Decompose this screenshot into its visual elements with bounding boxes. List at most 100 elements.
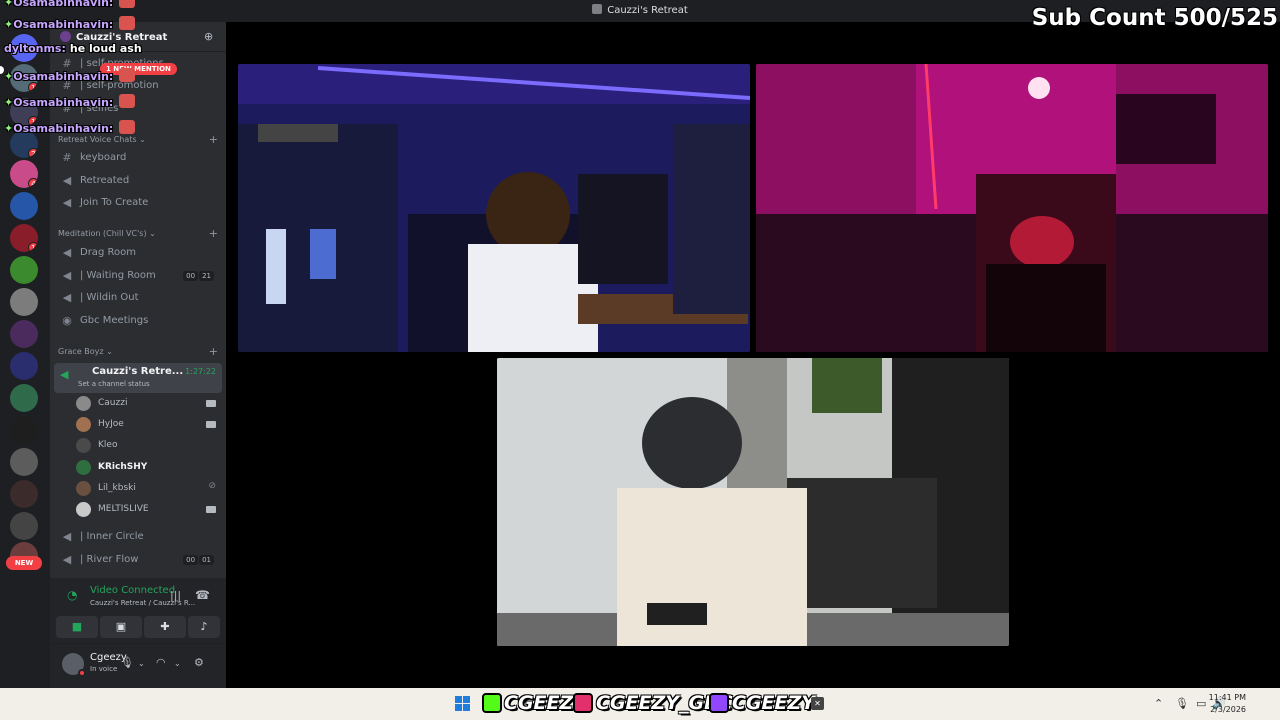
app-taskbar-icon[interactable]: ✕	[811, 697, 824, 710]
activities-icon: ✚	[160, 620, 170, 633]
muted-icon: ⊘	[208, 481, 216, 491]
microphone-icon[interactable]: 🎙	[1175, 697, 1189, 710]
voice-user-name: Cauzzi	[98, 398, 128, 408]
gear-icon[interactable]: ⚙	[194, 656, 204, 669]
category-meditation[interactable]: Meditation (Chill VC's) ⌄ +	[58, 227, 218, 240]
channel-river-flow[interactable]: ◀ | River Flow 00 01	[58, 550, 218, 570]
channel-status[interactable]: Set a channel status	[78, 380, 150, 388]
voice-user[interactable]: HyJoe	[76, 415, 216, 435]
new-servers-badge[interactable]: NEW	[6, 556, 42, 570]
voice-user[interactable]: Lil_kbski ⊘	[76, 479, 216, 499]
server-icon-15[interactable]	[10, 512, 38, 540]
screen-share-button[interactable]: ▣	[100, 616, 142, 638]
stage-icon: ◉	[62, 314, 72, 327]
server-icon-13[interactable]	[10, 448, 38, 476]
signal-icon[interactable]: ◔	[67, 588, 77, 602]
server-icon-7[interactable]	[10, 256, 38, 284]
channel-drag-room[interactable]: ◀ Drag Room	[58, 243, 218, 263]
camera-button[interactable]: ■	[56, 616, 98, 638]
add-channel-icon[interactable]: +	[209, 227, 218, 240]
camera-on-icon	[206, 421, 216, 428]
voice-user-name: HyJoe	[98, 419, 124, 429]
voice-user[interactable]: KRichSHY	[76, 458, 216, 478]
server-icon-14[interactable]	[10, 480, 38, 508]
speaker-icon: ◀	[62, 174, 72, 187]
badge-icon: ✦	[4, 122, 14, 135]
video-frame	[756, 64, 1268, 352]
guild-icon	[60, 31, 71, 42]
server-icon-6[interactable]: 1	[10, 224, 38, 252]
avatar[interactable]	[76, 502, 91, 517]
video-frame	[238, 64, 750, 352]
voice-user-name: Lil_kbski	[98, 483, 136, 493]
invite-icon[interactable]: ⊕	[204, 31, 216, 43]
server-icon-9[interactable]	[10, 320, 38, 348]
channel-retreated[interactable]: ◀ Retreated	[58, 171, 218, 191]
mention-badge: 4	[28, 178, 38, 188]
video-tile-top-right[interactable]	[756, 64, 1268, 352]
chat-username: Osamabinhavin:	[13, 18, 114, 31]
chevron-down-icon[interactable]: ⌄	[138, 659, 145, 668]
server-icon-4[interactable]: 4	[10, 160, 38, 188]
chat-message: ✦Osamabinhavin:	[4, 94, 136, 109]
active-voice-channel[interactable]: ◀ Cauzzi's Retre... Set a channel status…	[54, 363, 222, 393]
twitch-icon	[709, 693, 729, 713]
channel-label: Retreated	[80, 175, 130, 186]
headphones-icon[interactable]: ◠	[156, 656, 166, 669]
speaker-icon: ◀	[62, 246, 72, 259]
server-icon-8[interactable]	[10, 288, 38, 316]
badge-icon: ✦	[4, 96, 14, 109]
channel-gbc-meetings[interactable]: ◉ Gbc Meetings	[58, 311, 218, 331]
channel-label: | Inner Circle	[80, 531, 144, 542]
user-count: 00 01	[182, 554, 214, 565]
server-icon-12[interactable]	[10, 416, 38, 444]
speaker-icon: ◀	[62, 269, 72, 282]
chat-message: ✦Osamabinhavin:	[4, 120, 136, 135]
display-icon[interactable]: ▭	[1196, 697, 1206, 710]
category-retreat-voice-chats[interactable]: Retreat Voice Chats ⌄ +	[58, 133, 218, 146]
activities-button[interactable]: ✚	[144, 616, 186, 638]
disconnect-icon[interactable]: ☎	[195, 588, 210, 602]
category-grace-boyz[interactable]: Grace Boyz ⌄ +	[58, 345, 218, 358]
channel-wildin-out[interactable]: ◀ | Wildin Out	[58, 288, 218, 308]
video-stage	[226, 22, 1280, 688]
voice-user[interactable]: Kleo	[76, 436, 216, 456]
microphone-icon[interactable]: 🎙	[120, 656, 134, 669]
add-channel-icon[interactable]: +	[209, 133, 218, 146]
chat-username: Osamabinhavin:	[13, 122, 114, 135]
chat-username: Osamabinhavin:	[13, 0, 114, 9]
voice-user[interactable]: MELTISLIVE	[76, 500, 216, 520]
system-clock[interactable]: 11:41 PM 2/3/2026	[1209, 692, 1246, 716]
channel-waiting-room[interactable]: ◀ | Waiting Room 00 21	[58, 266, 218, 286]
channel-label: keyboard	[80, 152, 127, 163]
server-icon-10[interactable]	[10, 352, 38, 380]
server-icon-11[interactable]	[10, 384, 38, 412]
chat-username: dyltonms:	[4, 42, 66, 55]
voice-status: Video Connected	[90, 585, 176, 596]
add-channel-icon[interactable]: +	[209, 345, 218, 358]
avatar[interactable]	[76, 438, 91, 453]
video-tile-top-left[interactable]	[238, 64, 750, 352]
voice-user[interactable]: Cauzzi	[76, 394, 216, 414]
clock-time: 11:41 PM	[1208, 693, 1246, 702]
avatar[interactable]	[76, 460, 91, 475]
user-panel: Cgeezy In voice 🎙 ⌄ ◠ ⌄ ⚙	[50, 644, 226, 688]
twitch-handle: CGEEZY	[732, 692, 816, 714]
chevron-down-icon[interactable]: ⌄	[174, 659, 181, 668]
mention-badge: 2	[28, 148, 38, 158]
soundboard-button[interactable]: ♪	[188, 616, 220, 638]
video-tile-bottom[interactable]	[497, 358, 1009, 646]
emote-icon	[119, 120, 136, 134]
channel-inner-circle[interactable]: ◀ | Inner Circle	[58, 527, 218, 547]
noise-suppression-icon[interactable]: |||	[170, 589, 181, 602]
windows-start-icon[interactable]	[455, 696, 470, 711]
server-icon-5[interactable]	[10, 192, 38, 220]
avatar[interactable]	[76, 481, 91, 496]
channel-join-to-create[interactable]: ◀ Join To Create	[58, 193, 218, 213]
avatar[interactable]	[76, 417, 91, 432]
chevron-up-icon[interactable]: ⌃	[1154, 697, 1163, 710]
voice-location[interactable]: Cauzzi's Retreat / Cauzzi's R...	[90, 599, 210, 607]
channel-label: | Wildin Out	[80, 292, 139, 303]
avatar[interactable]	[76, 396, 91, 411]
channel-keyboard[interactable]: # keyboard	[58, 148, 218, 168]
